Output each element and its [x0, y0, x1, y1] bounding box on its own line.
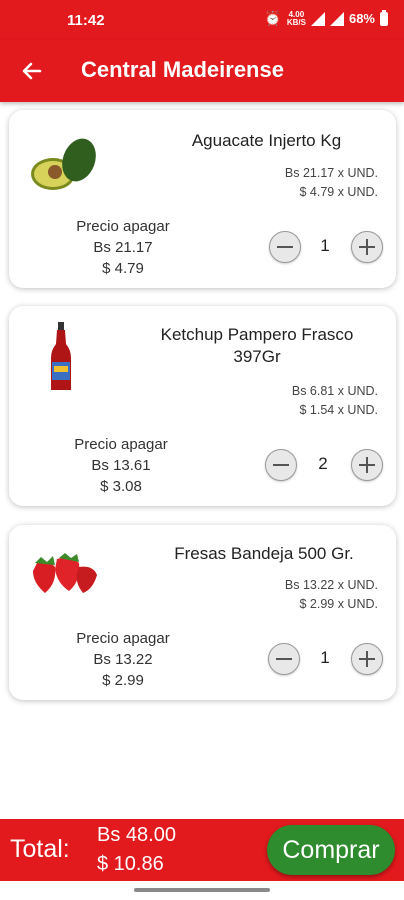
price-to-pay-bs: Bs 21.17 [93, 239, 153, 256]
price-to-pay-label: Precio apagar [76, 630, 170, 647]
price-to-pay-bs: Bs 13.22 [93, 651, 153, 668]
unit-price-bs: Bs 21.17 x UND. [284, 166, 378, 180]
page-title: Central Madeirense [81, 57, 284, 82]
total-bs: Bs 48.00 [97, 824, 176, 846]
quantity-value: 1 [320, 236, 330, 255]
strawberries-image [33, 553, 97, 593]
gesture-nav-handle[interactable] [134, 888, 270, 892]
unit-price-bs: Bs 13.22 x UND. [284, 578, 378, 592]
avocado-image [31, 138, 96, 190]
product-name: Ketchup Pampero Frasco 397Gr [137, 324, 377, 368]
buy-button[interactable]: Comprar [267, 825, 395, 875]
battery-percent: 68% [348, 11, 375, 26]
price-to-pay: Precio apagar Bs 13.22 $ 2.99 [63, 628, 183, 691]
cart-item-card: Fresas Bandeja 500 Gr. Bs 13.22 x UND. $… [9, 525, 396, 700]
unit-price: Bs 13.22 x UND. $ 2.99 x UND. [285, 576, 378, 614]
unit-price: Bs 6.81 x UND. $ 1.54 x UND. [292, 382, 378, 420]
back-arrow-icon[interactable] [18, 57, 46, 85]
ketchup-bottle-image [51, 322, 71, 390]
cart-item-card: Ketchup Pampero Frasco 397Gr Bs 6.81 x U… [9, 306, 396, 506]
product-name-line: Ketchup Pampero Frasco [160, 325, 354, 344]
unit-price-usd: $ 2.99 x UND. [299, 597, 378, 611]
status-bar: 11:42 ⏰ 4.00 KB/S 68% [0, 0, 404, 40]
status-time: 11:42 [67, 12, 105, 29]
unit-price-usd: $ 4.79 x UND. [299, 185, 378, 199]
product-name-line: 397Gr [233, 347, 281, 366]
product-name: Fresas Bandeja 500 Gr. [154, 543, 374, 565]
increase-quantity-button[interactable] [351, 449, 383, 481]
checkout-bar: Total: Bs 48.00 $ 10.86 Comprar [0, 819, 404, 881]
cell-signal-icon [329, 11, 344, 26]
total-label: Total: [10, 835, 70, 863]
app-bar: Central Madeirense [0, 40, 404, 102]
decrease-quantity-button[interactable] [269, 231, 301, 263]
wifi-signal-icon [310, 11, 325, 26]
price-to-pay-label: Precio apagar [76, 218, 170, 235]
price-to-pay: Precio apagar Bs 13.61 $ 3.08 [61, 434, 181, 497]
unit-price-bs: Bs 6.81 x UND. [291, 384, 378, 398]
product-name: Aguacate Injerto Kg [159, 130, 374, 152]
network-speed: 4.00 KB/S [286, 10, 306, 27]
decrease-quantity-button[interactable] [268, 643, 300, 675]
alarm-icon: ⏰ [264, 10, 282, 26]
product-name-line: Fresas Bandeja 500 Gr. [174, 544, 354, 563]
status-icons: ⏰ 4.00 KB/S 68% [264, 9, 388, 27]
price-to-pay-usd: $ 3.08 [100, 478, 142, 495]
increase-quantity-button[interactable] [351, 231, 383, 263]
product-name-line: Aguacate Injerto Kg [191, 131, 342, 150]
cart-item-card: Aguacate Injerto Kg Bs 21.17 x UND. $ 4.… [9, 110, 396, 288]
unit-price-usd: $ 1.54 x UND. [299, 403, 378, 417]
price-to-pay-usd: $ 4.79 [102, 260, 144, 277]
increase-quantity-button[interactable] [351, 643, 383, 675]
quantity-value: 1 [320, 648, 330, 667]
battery-icon [380, 9, 388, 26]
total-usd: $ 10.86 [97, 853, 164, 875]
decrease-quantity-button[interactable] [265, 449, 297, 481]
quantity-value: 2 [318, 454, 328, 473]
unit-price: Bs 21.17 x UND. $ 4.79 x UND. [285, 164, 378, 202]
price-to-pay: Precio apagar Bs 21.17 $ 4.79 [63, 216, 183, 279]
price-to-pay-bs: Bs 13.61 [91, 457, 151, 474]
price-to-pay-label: Precio apagar [74, 436, 168, 453]
price-to-pay-usd: $ 2.99 [102, 672, 144, 689]
network-speed-unit: KB/S [286, 17, 306, 27]
